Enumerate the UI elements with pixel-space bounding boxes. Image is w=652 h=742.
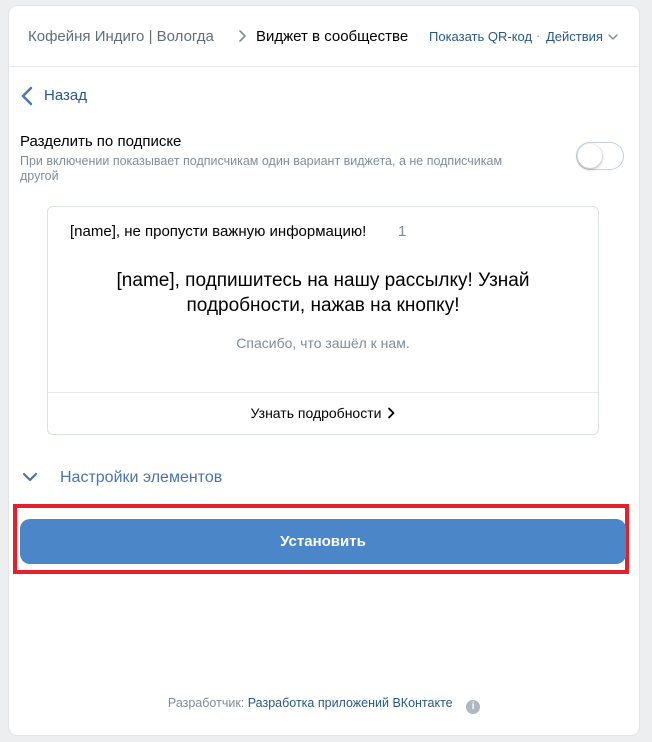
- header-separator: ·: [536, 28, 541, 43]
- chevron-down-icon: [22, 472, 38, 482]
- element-settings-label: Настройки элементов: [60, 469, 223, 486]
- info-icon[interactable]: i: [466, 700, 481, 714]
- chevron-right-icon: [388, 407, 395, 419]
- breadcrumb-community[interactable]: Кофейня Индиго | Вологда: [28, 28, 214, 45]
- widget-card: Кофейня Индиго | Вологда Виджет в сообще…: [9, 6, 639, 735]
- chevron-left-icon: [21, 86, 33, 106]
- chevron-down-icon[interactable]: [608, 33, 618, 41]
- page-header: Кофейня Индиго | Вологда Виджет в сообще…: [9, 6, 639, 67]
- split-subscription-description: При включении показывает подписчикам оди…: [20, 154, 503, 183]
- show-qr-link[interactable]: Показать QR-код: [429, 29, 532, 44]
- widget-text-content: [name], подпишитесь на нашу рассылку! Уз…: [116, 270, 530, 316]
- install-button[interactable]: Установить: [20, 519, 626, 564]
- back-label: Назад: [44, 87, 87, 104]
- widget-more-label: Узнать подробности: [250, 405, 382, 421]
- split-subscription-title: Разделить по подписке: [20, 133, 182, 150]
- widget-preview: [name], не пропусти важную информацию! 1…: [47, 206, 599, 435]
- developer-label: Разработчик:: [167, 696, 245, 710]
- widget-title: [name], не пропусти важную информацию!: [70, 223, 367, 240]
- chevron-right-icon: [239, 30, 246, 42]
- widget-subtext: Спасибо, что зашёл к нам.: [236, 335, 410, 351]
- widget-title-count: 1: [398, 223, 407, 240]
- toggle-knob: [578, 144, 602, 168]
- widget-more-button[interactable]: Узнать подробности: [48, 392, 598, 434]
- footer: Разработчик: Разработка приложений ВКонт…: [9, 696, 639, 714]
- developer-link[interactable]: Разработка приложений ВКонтакте: [248, 696, 453, 710]
- actions-menu[interactable]: Действия: [546, 29, 603, 44]
- split-subscription-toggle[interactable]: [576, 142, 624, 170]
- widget-text: [name], подпишитесь на нашу рассылку! Уз…: [48, 268, 598, 318]
- page-title: Виджет в сообществе: [256, 28, 409, 45]
